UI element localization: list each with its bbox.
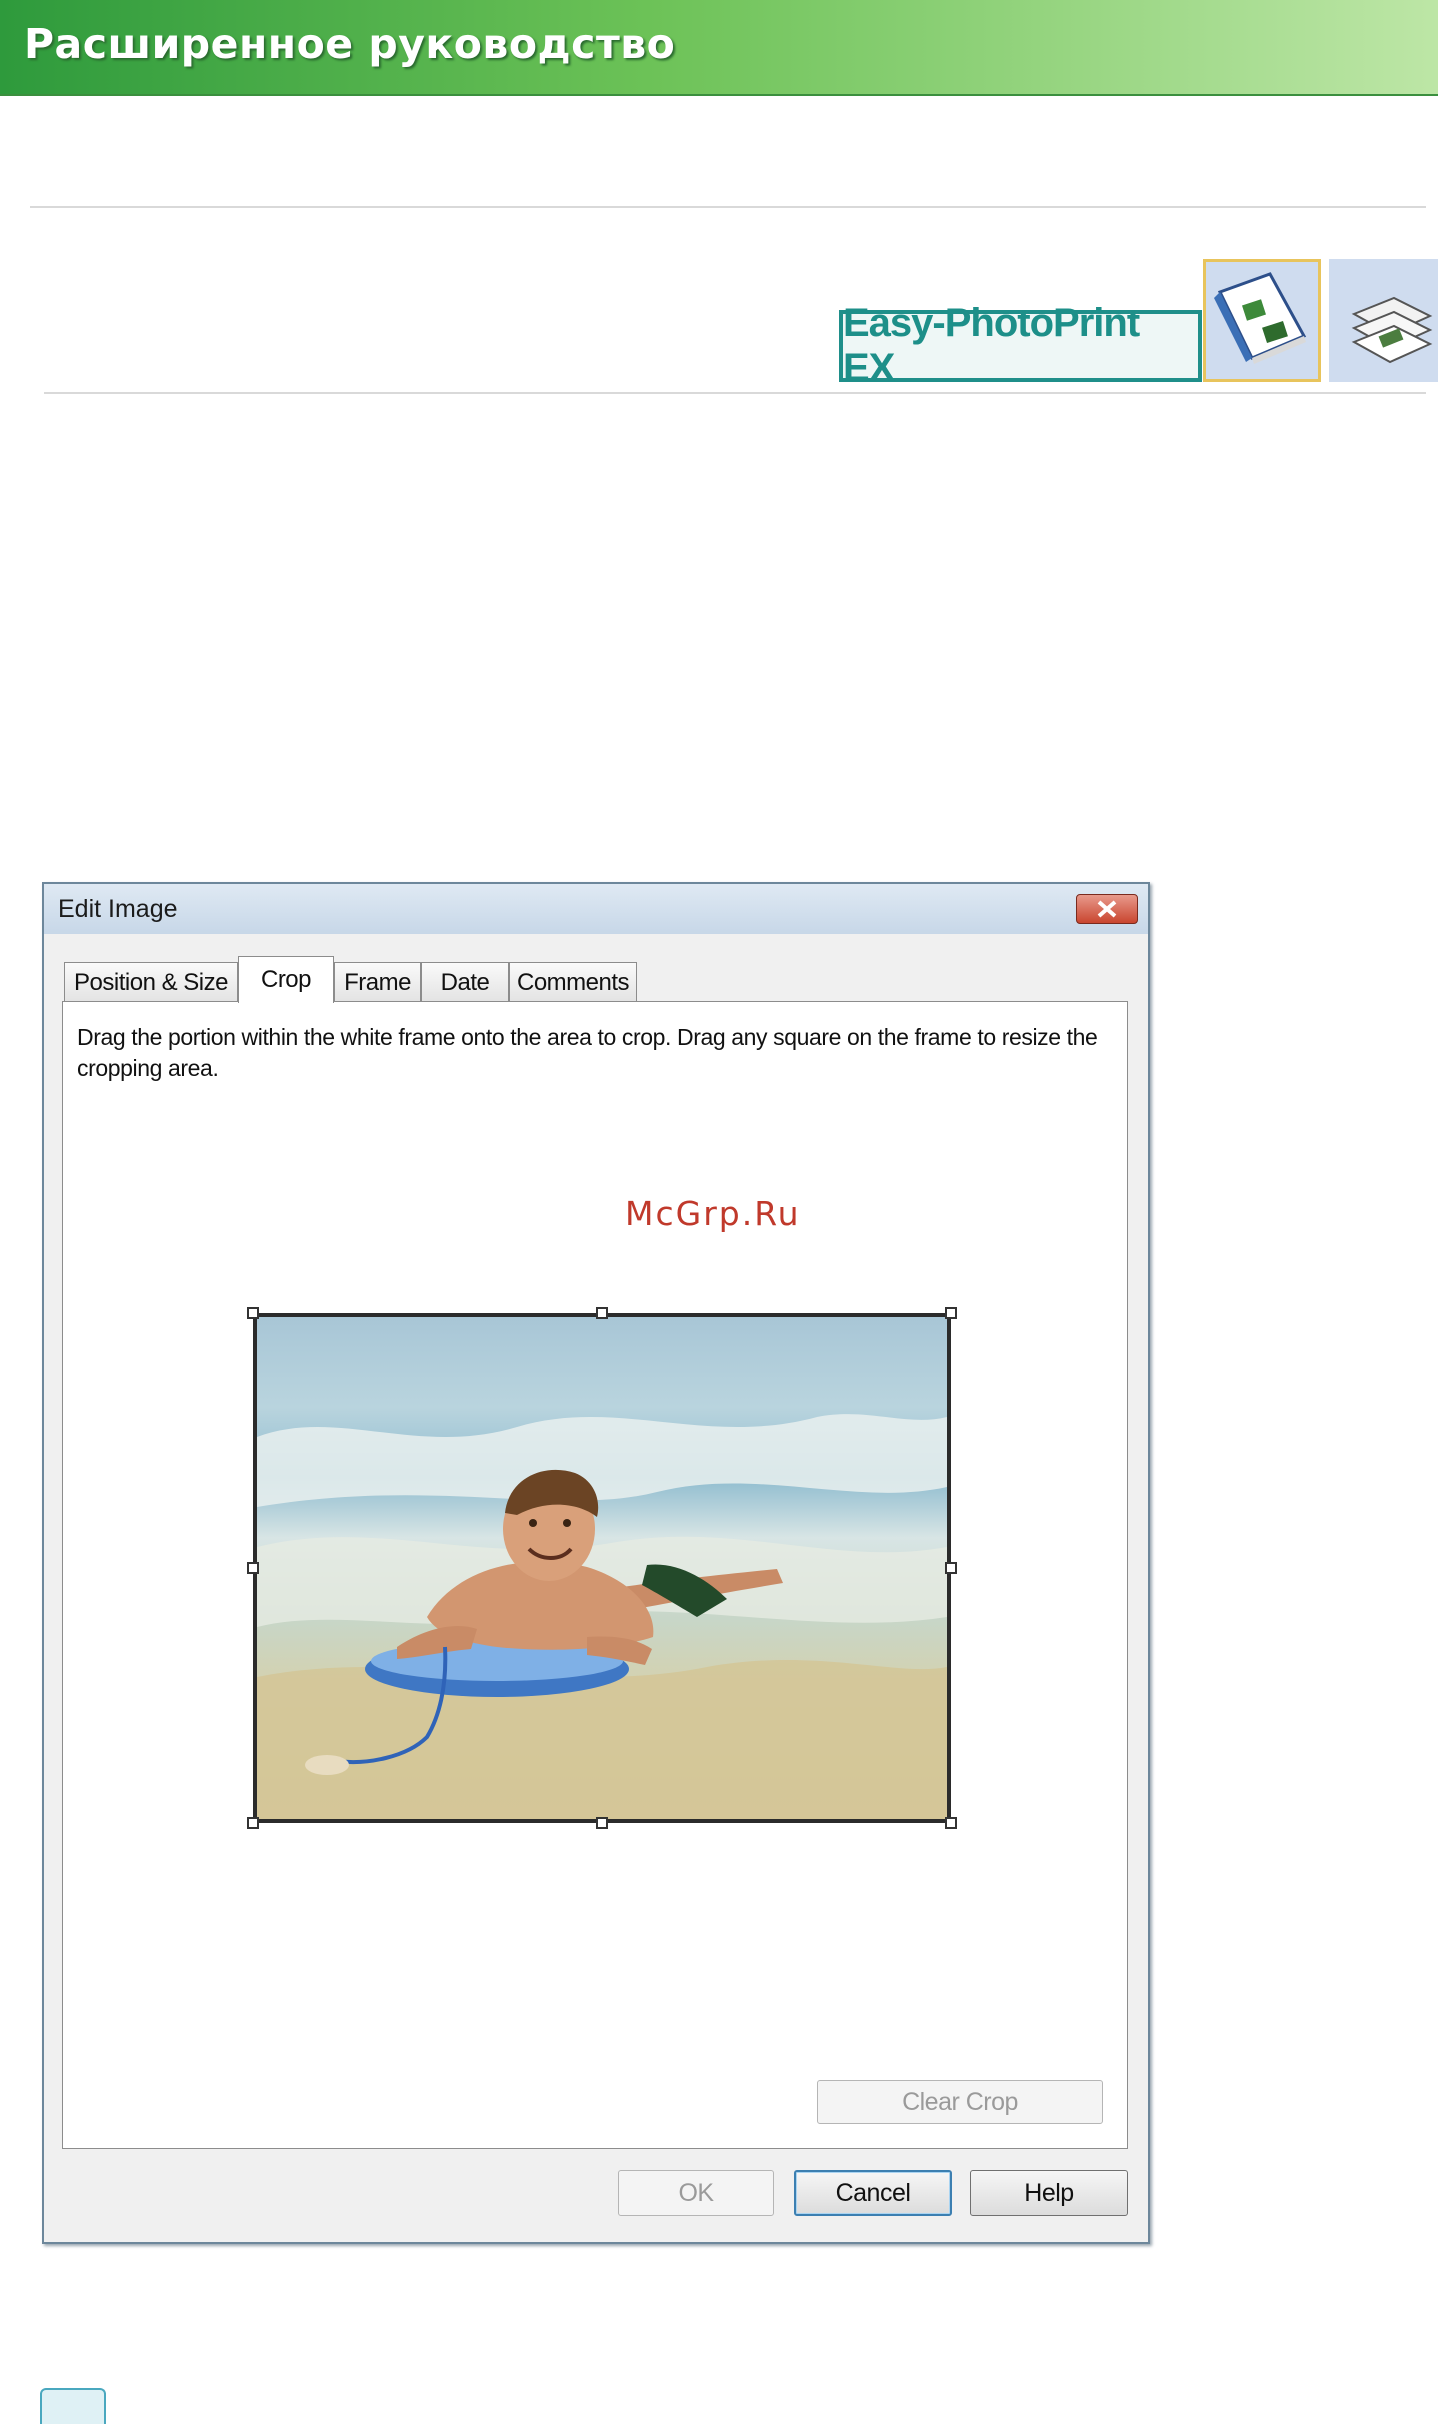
header-banner: Расширенное руководство (0, 0, 1438, 96)
crop-panel: Drag the portion within the white frame … (62, 1001, 1128, 2149)
tab-comments[interactable]: Comments (509, 962, 637, 1002)
close-icon (1097, 900, 1117, 918)
edit-image-dialog: Edit Image Position & Size Crop Frame Da… (42, 882, 1150, 2244)
crop-handle-top[interactable] (596, 1307, 608, 1319)
crop-handle-bottom-left[interactable] (247, 1817, 259, 1829)
ok-button[interactable]: OK (618, 2170, 774, 2216)
page-title: Расширенное руководство (24, 20, 676, 68)
cancel-button[interactable]: Cancel (794, 2170, 952, 2216)
album-mode-icon[interactable] (1203, 259, 1321, 382)
product-logo: Easy-PhotoPrint EX (839, 301, 1202, 390)
dialog-title: Edit Image (58, 895, 178, 923)
help-button[interactable]: Help (970, 2170, 1128, 2216)
crop-handle-right[interactable] (945, 1562, 957, 1574)
tab-date[interactable]: Date (421, 962, 509, 1002)
clear-crop-button[interactable]: Clear Crop (817, 2080, 1103, 2124)
photo-print-mode-icon[interactable] (1329, 259, 1438, 382)
tab-crop[interactable]: Crop (238, 956, 334, 1003)
watermark: McGrp.Ru (625, 1194, 801, 1233)
close-button[interactable] (1076, 894, 1138, 924)
crop-handle-bottom[interactable] (596, 1817, 608, 1829)
crop-handle-left[interactable] (247, 1562, 259, 1574)
crop-handle-top-right[interactable] (945, 1307, 957, 1319)
dialog-titlebar[interactable]: Edit Image (44, 884, 1148, 934)
book-icon (40, 2388, 106, 2424)
crop-handle-bottom-right[interactable] (945, 1817, 957, 1829)
crop-instructions: Drag the portion within the white frame … (77, 1024, 1098, 1081)
bottom-divider (44, 392, 1426, 394)
crop-preview-image[interactable] (253, 1313, 951, 1823)
top-divider (30, 206, 1426, 208)
tab-frame[interactable]: Frame (334, 962, 421, 1002)
tab-position-size[interactable]: Position & Size (64, 962, 238, 1002)
crop-handle-top-left[interactable] (247, 1307, 259, 1319)
